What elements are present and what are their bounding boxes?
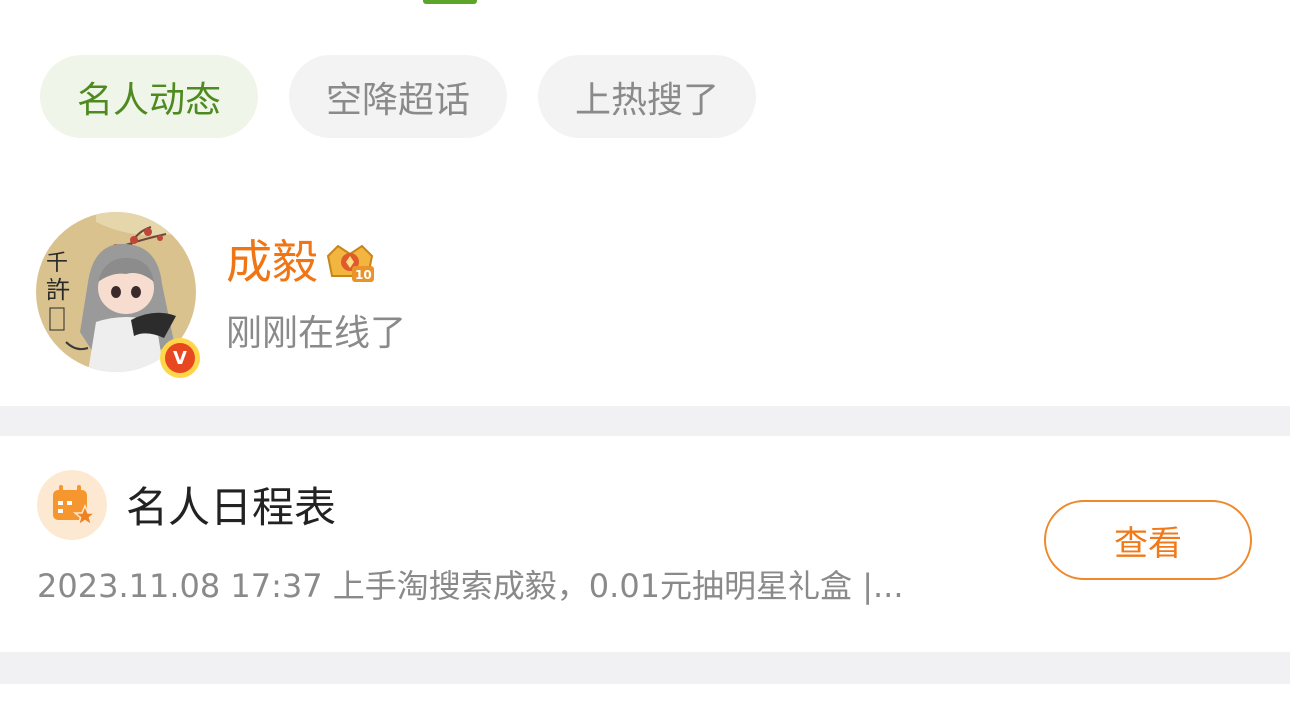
section-divider-bottom <box>0 652 1290 684</box>
profile-name-row: 成毅 10 <box>226 234 378 290</box>
online-status: 刚刚在线了 <box>226 313 407 354</box>
svg-text:10: 10 <box>355 268 372 282</box>
section-divider <box>0 406 1290 436</box>
svg-text:許: 許 <box>46 276 70 304</box>
tab-trending[interactable]: 上热搜了 <box>538 55 757 138</box>
schedule-title: 名人日程表 <box>126 483 337 532</box>
tab-super-topic[interactable]: 空降超话 <box>289 55 508 138</box>
profile-name[interactable]: 成毅 <box>226 234 318 290</box>
schedule-description[interactable]: 2023.11.08 17:37 上手淘搜索成毅，0.01元抽明星礼盒 |... <box>37 563 977 609</box>
verified-v-icon: V <box>160 338 200 378</box>
tab-celebrity-news[interactable]: 名人动态 <box>40 55 259 138</box>
view-button[interactable]: 查看 <box>1044 500 1252 580</box>
celebrity-profile[interactable]: 千 許 V 成毅 10 刚刚在线了 <box>36 212 1256 382</box>
calendar-star-icon <box>37 470 107 540</box>
svg-text:千: 千 <box>46 251 68 276</box>
active-tab-indicator <box>423 0 477 4</box>
crown-level-icon: 10 <box>326 244 374 282</box>
category-tabs: 名人动态 空降超话 上热搜了 <box>40 55 787 138</box>
